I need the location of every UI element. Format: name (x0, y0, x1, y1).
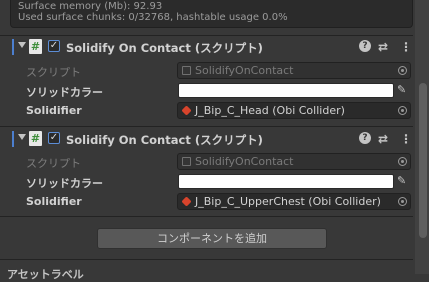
component-title: Solidify On Contact (スクリプト) (66, 41, 263, 55)
enabled-checkbox[interactable]: ✓ (48, 132, 60, 144)
eyedropper-icon[interactable]: ✎ (397, 83, 406, 96)
enabled-checkbox[interactable]: ✓ (48, 40, 60, 52)
kebab-menu-icon[interactable]: ⋮ (400, 40, 412, 54)
presets-icon[interactable]: ⇄ (378, 132, 388, 146)
solid-color-label: ソリッドカラー (26, 177, 103, 190)
script-label: スクリプト (26, 66, 81, 79)
fold-arrow-icon[interactable] (18, 42, 26, 48)
script-field-value: SolidifyOnContact (195, 64, 294, 77)
component-header-2[interactable]: # ✓ Solidify On Contact (スクリプト) ? ⇄ ⋮ (0, 129, 413, 149)
script-icon: # (29, 39, 42, 54)
add-component-button[interactable]: コンポーネントを追加 (97, 228, 327, 249)
obi-collider-icon (181, 105, 192, 116)
object-picker-icon[interactable] (398, 106, 407, 115)
divider (0, 259, 413, 260)
component-header-1[interactable]: # ✓ Solidify On Contact (スクリプト) ? ⇄ ⋮ (0, 37, 413, 57)
asset-labels-heading[interactable]: アセットラベル (7, 266, 84, 282)
divider (0, 216, 413, 217)
script-icon: # (29, 131, 42, 146)
object-picker-icon (398, 157, 407, 166)
component-title: Solidify On Contact (スクリプト) (66, 133, 263, 147)
script-field-value: SolidifyOnContact (195, 155, 294, 168)
solidifier-label: Solidifier (26, 195, 82, 208)
divider (0, 126, 413, 127)
eyedropper-icon[interactable]: ✎ (397, 174, 406, 187)
solid-color-label: ソリッドカラー (26, 86, 103, 99)
solidifier-field[interactable]: J_Bip_C_UpperChest (Obi Collider) (177, 193, 411, 210)
solidifier-field-value: J_Bip_C_UpperChest (Obi Collider) (195, 195, 381, 208)
object-picker-icon[interactable] (398, 197, 407, 206)
scrollbar-thumb[interactable] (419, 83, 427, 238)
surface-chunks-text: Used surface chunks: 0/32768, hashtable … (18, 12, 288, 23)
solidifier-label: Solidifier (26, 104, 82, 117)
solidifier-field[interactable]: J_Bip_C_Head (Obi Collider) (177, 102, 411, 119)
script-field: SolidifyOnContact (177, 62, 411, 79)
help-icon[interactable]: ? (359, 132, 371, 144)
solid-color-field[interactable] (178, 83, 394, 98)
script-file-icon (182, 157, 191, 166)
presets-icon[interactable]: ⇄ (378, 40, 388, 54)
script-label: スクリプト (26, 157, 81, 170)
fold-arrow-icon[interactable] (18, 134, 26, 140)
script-file-icon (182, 66, 191, 75)
script-field: SolidifyOnContact (177, 153, 411, 170)
solidifier-field-value: J_Bip_C_Head (Obi Collider) (195, 104, 345, 117)
kebab-menu-icon[interactable]: ⋮ (400, 132, 412, 146)
help-icon[interactable]: ? (359, 40, 371, 52)
solid-color-field[interactable] (178, 174, 394, 189)
focus-accent (12, 131, 14, 147)
divider (0, 35, 413, 36)
obi-collider-icon (181, 196, 192, 207)
surface-memory-info: Surface memory (Mb): 92.93 Used surface … (10, 0, 413, 28)
object-picker-icon (398, 66, 407, 75)
focus-accent (12, 39, 14, 55)
